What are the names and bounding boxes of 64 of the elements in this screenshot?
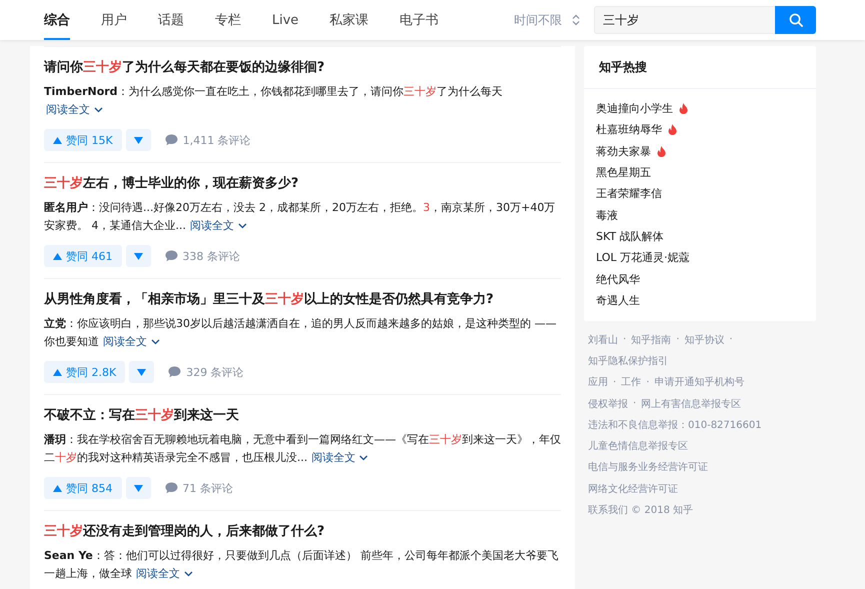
- search-button[interactable]: [775, 6, 816, 34]
- triangle-up-icon: [53, 484, 62, 492]
- search-tab[interactable]: 专栏: [215, 0, 241, 40]
- triangle-down-icon: [134, 252, 142, 260]
- result-title[interactable]: 三十岁还没有走到管理岗的人，后来都做了什么?: [44, 523, 561, 541]
- result-excerpt: 潘玥：我在学校宿舍百无聊赖地玩着电脑，无意中看到一篇网络红文——《写在三十岁到来这一天》，年仅二十岁的我对这种精英语录完全不感冒，也压根儿没... 阅读全文: [44, 432, 561, 466]
- chevron-down-icon: [94, 107, 102, 113]
- read-more-link[interactable]: 阅读全文: [46, 103, 102, 116]
- read-more-link[interactable]: 阅读全文: [190, 219, 246, 232]
- search-field[interactable]: 三十岁: [594, 6, 775, 34]
- result-excerpt: TimberNord：为什么感觉你一直在吃土，你钱都花到哪里去了，请问你三十岁了为什么每天 阅读全文: [44, 84, 504, 118]
- read-more-link[interactable]: 阅读全文: [136, 567, 192, 580]
- result-excerpt: 匿名用户：没问待遇...好像20万左右，没去 2，成都某所，20万左右，拒绝。3，南京某所，30万+40万安家费。 4，某通信大企业... 阅读全文: [44, 200, 556, 234]
- search-tab[interactable]: 话题: [158, 0, 184, 40]
- hot-search-link[interactable]: 黑色星期五: [596, 165, 651, 180]
- triangle-down-icon: [137, 368, 146, 376]
- downvote-button[interactable]: [126, 245, 150, 267]
- separator-dot: ·: [646, 376, 650, 388]
- triangle-down-icon: [134, 136, 143, 144]
- separator-dot: ·: [633, 398, 636, 409]
- chevron-down-icon: [238, 223, 246, 229]
- separator-dot: ·: [613, 376, 616, 388]
- sort-arrows-icon: [572, 14, 580, 26]
- chevron-down-icon: [184, 571, 192, 577]
- separator-dot: ·: [623, 334, 626, 346]
- downvote-button[interactable]: [126, 129, 151, 151]
- read-more-link[interactable]: 阅读全文: [103, 335, 160, 348]
- hot-search-link[interactable]: 毒液: [596, 208, 618, 223]
- card-title: 知乎热搜: [584, 46, 816, 89]
- result-title[interactable]: 从男性角度看，「相亲市场」里三十及三十岁以上的女性是否仍然具有竞争力?: [44, 291, 561, 309]
- hot-search-link[interactable]: 奇遇人生: [596, 292, 640, 308]
- search-icon: [788, 13, 802, 27]
- hot-search-link[interactable]: 蒋劲夫家暴: [596, 144, 651, 159]
- hot-search-link[interactable]: SKT 战队解体: [596, 228, 664, 244]
- triangle-up-icon: [53, 252, 62, 260]
- speech-bubble-icon: [164, 482, 178, 494]
- triangle-up-icon: [53, 368, 62, 376]
- hot-search-link[interactable]: 王者荣耀李信: [596, 186, 662, 202]
- chevron-down-icon: [359, 455, 368, 461]
- hot-search-link[interactable]: 绝代风华: [596, 272, 640, 287]
- triangle-down-icon: [134, 484, 142, 492]
- result-title[interactable]: 请问你三十岁了为什么每天都在要饭的边缘徘徊?: [44, 59, 561, 77]
- separator-dot: ·: [676, 334, 680, 346]
- result-title[interactable]: 三十岁左右，博士毕业的你，现在薪资多少?: [44, 175, 561, 193]
- hot-search-link[interactable]: 杜嘉班纳辱华: [596, 122, 662, 138]
- hot-search-link[interactable]: LOL 万花通灵·妮蔻: [596, 250, 690, 266]
- speech-bubble-icon: [164, 134, 178, 146]
- search-tab[interactable]: 私家课: [330, 0, 369, 40]
- read-more-link[interactable]: 阅读全文: [312, 451, 368, 464]
- search-tab[interactable]: 用户: [101, 0, 127, 40]
- chevron-down-icon: [150, 339, 160, 345]
- separator-dot: ·: [729, 334, 733, 346]
- search-tab[interactable]: Live: [272, 0, 299, 40]
- triangle-up-icon: [53, 136, 62, 144]
- speech-bubble-icon: [168, 366, 182, 378]
- result-excerpt: 立党：你应该明白，那些说30岁以后越活越潇洒自在，追的男人反而越来越多的姑娘，是这种类型的 —— 你也要知道 阅读全文: [44, 316, 558, 350]
- downvote-button[interactable]: [129, 361, 154, 383]
- downvote-button[interactable]: [126, 477, 150, 499]
- result-excerpt: Sean Ye：答：他们可以过得很好，只要做到几点（后面详述） 前些年，公司每年都派个美国老大爷要飞一趟上海，做全球 阅读全文: [44, 548, 560, 582]
- search-tab[interactable]: 综合: [44, 0, 70, 40]
- search-tab[interactable]: 电子书: [400, 0, 439, 40]
- hot-search-link[interactable]: 奥迪撞向小学生: [596, 101, 673, 116]
- result-title[interactable]: 不破不立：写在三十岁到来这一天: [44, 407, 561, 425]
- speech-bubble-icon: [164, 250, 178, 262]
